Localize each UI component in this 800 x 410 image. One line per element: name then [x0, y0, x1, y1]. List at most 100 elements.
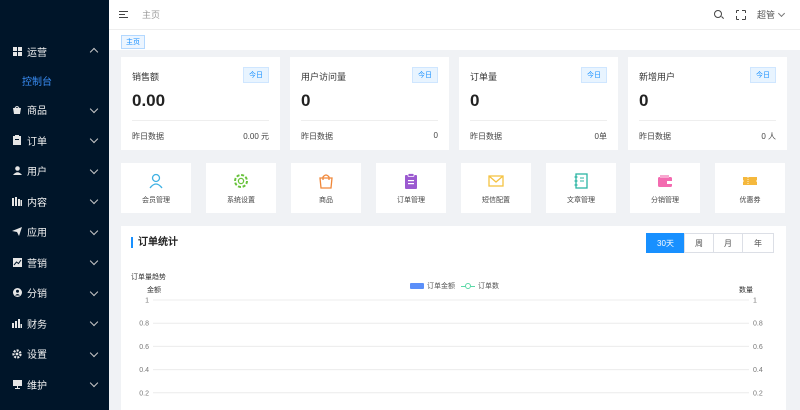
sidebar-item-label: 维护	[27, 380, 47, 392]
stat-foot-label: 昨日数据	[470, 132, 502, 141]
chevron-down-icon	[89, 287, 99, 296]
sidebar-item-goods[interactable]: 商品	[0, 95, 109, 126]
sidebar-item-content[interactable]: 内容	[0, 186, 109, 217]
stat-foot-value: 0.00 元	[243, 132, 269, 141]
stat-badge: 今日	[243, 67, 269, 83]
quick-label: 文章管理	[567, 197, 595, 204]
chevron-down-icon[interactable]	[777, 9, 786, 17]
sidebar-item-distribution[interactable]: 分销	[0, 278, 109, 309]
monitor-icon	[12, 379, 22, 389]
y-tick-right: 0.2	[753, 390, 763, 397]
quick-label: 系统设置	[227, 197, 255, 204]
stat-card-sales: 销售额 今日 0.00 昨日数据 0.00 元	[121, 57, 280, 150]
sidebar-item-label: 营销	[27, 258, 47, 270]
y-tick-left: 0.4	[139, 367, 149, 374]
sidebar-item-label: 用户	[27, 167, 47, 179]
stat-card-orders: 订单量 今日 0 昨日数据 0单	[459, 57, 618, 150]
quick-member-management[interactable]: 会员管理	[121, 163, 191, 213]
divider	[470, 120, 607, 121]
send-icon	[12, 227, 22, 237]
chevron-down-icon	[89, 165, 99, 174]
user-circle-icon	[12, 288, 22, 298]
y-tick-left: 1	[145, 298, 149, 305]
stat-title: 销售额	[132, 72, 160, 82]
y-tick-left: 0.2	[139, 390, 149, 397]
menu-toggle-icon[interactable]	[119, 10, 128, 19]
stat-foot-label: 昨日数据	[301, 132, 333, 141]
wallet-icon	[657, 173, 673, 189]
quick-system-settings[interactable]: 系统设置	[206, 163, 276, 213]
y-tick-right: 1	[753, 298, 757, 305]
stat-title: 用户访问量	[301, 72, 347, 82]
coupon-icon	[742, 173, 758, 189]
book-icon	[12, 196, 22, 206]
stat-value: 0.00	[132, 91, 166, 110]
notebook-icon	[573, 173, 589, 189]
top-header: 主页 超管	[109, 0, 800, 30]
divider	[301, 120, 438, 121]
chevron-up-icon	[89, 47, 99, 57]
bag-icon	[12, 105, 22, 115]
quick-label: 商品	[319, 197, 333, 204]
quick-distribution-management[interactable]: 分销管理	[630, 163, 700, 213]
sidebar-item-operations[interactable]: 运营	[0, 36, 109, 67]
sidebar-item-label: 分销	[27, 289, 47, 301]
sidebar-item-maintenance[interactable]: 维护	[0, 369, 109, 400]
chevron-down-icon	[89, 195, 99, 205]
y-tick-right: 0.8	[753, 321, 763, 328]
sidebar-item-marketing[interactable]: 营销	[0, 247, 109, 278]
breadcrumb[interactable]: 主页	[142, 8, 160, 21]
chevron-down-icon	[89, 226, 99, 235]
y-tick-left: 0.6	[139, 344, 149, 351]
quick-article-management[interactable]: 文章管理	[546, 163, 616, 213]
quick-label: 订单管理	[397, 197, 425, 204]
stat-title: 订单量	[470, 72, 498, 82]
quick-sms-config[interactable]: 短信配置	[461, 163, 531, 213]
stat-badge: 今日	[581, 67, 607, 83]
quick-goods[interactable]: 商品	[291, 163, 361, 213]
shopping-bag-icon	[318, 173, 334, 189]
sidebar-item-users[interactable]: 用户	[0, 156, 109, 187]
tag-home[interactable]: 主页	[121, 35, 145, 49]
chevron-down-icon	[89, 378, 99, 388]
order-icon	[403, 173, 419, 189]
divider	[639, 120, 776, 121]
chevron-down-icon	[89, 104, 99, 113]
clipboard-icon	[12, 135, 22, 146]
quick-label: 优惠券	[739, 197, 761, 204]
order-stats-panel: 订单统计 30天 周 月 年 订单量趋势 金额 数量 订单金额 订单数 1 1 0.…	[121, 226, 786, 410]
chevron-down-icon	[89, 317, 99, 327]
y-tick-right: 0.4	[753, 367, 763, 374]
y-tick-right: 0.6	[753, 344, 763, 351]
user-icon	[12, 166, 22, 176]
sidebar-item-label: 设置	[27, 350, 47, 362]
sidebar-item-label: 订单	[27, 136, 47, 148]
sidebar-item-label: 内容	[27, 197, 47, 209]
sidebar-item-label: 应用	[27, 228, 47, 240]
user-menu[interactable]: 超管	[757, 8, 775, 21]
fullscreen-icon[interactable]	[734, 8, 747, 21]
stat-value: 0	[639, 91, 649, 110]
stat-value: 0	[301, 91, 311, 110]
sidebar-item-finance[interactable]: 财务	[0, 308, 109, 339]
quick-label: 会员管理	[142, 197, 170, 204]
sidebar: 运营 控制台 商品 订单 用户 内容 应用 营销 分销 财务 设置 维护	[0, 0, 109, 410]
stat-foot-value: 0单	[594, 132, 607, 141]
sidebar-item-settings[interactable]: 设置	[0, 339, 109, 370]
search-icon[interactable]	[713, 9, 725, 21]
mail-icon	[488, 173, 504, 189]
sidebar-item-apps[interactable]: 应用	[0, 217, 109, 248]
sidebar-item-label: 运营	[27, 47, 47, 59]
header-actions: 超管	[702, 8, 786, 21]
stat-card-visits: 用户访问量 今日 0 昨日数据 0	[290, 57, 449, 150]
stat-value: 0	[470, 91, 480, 110]
stat-badge: 今日	[750, 67, 776, 83]
quick-coupons[interactable]: 优惠券	[715, 163, 785, 213]
quick-order-management[interactable]: 订单管理	[376, 163, 446, 213]
stat-card-new-users: 新增用户 今日 0 昨日数据 0 人	[628, 57, 787, 150]
quick-label: 短信配置	[482, 197, 510, 204]
y-tick-left: 0.8	[139, 321, 149, 328]
sidebar-subitem-dashboard[interactable]: 控制台	[0, 67, 109, 95]
sidebar-item-orders[interactable]: 订单	[0, 125, 109, 156]
chart-icon	[12, 257, 22, 267]
